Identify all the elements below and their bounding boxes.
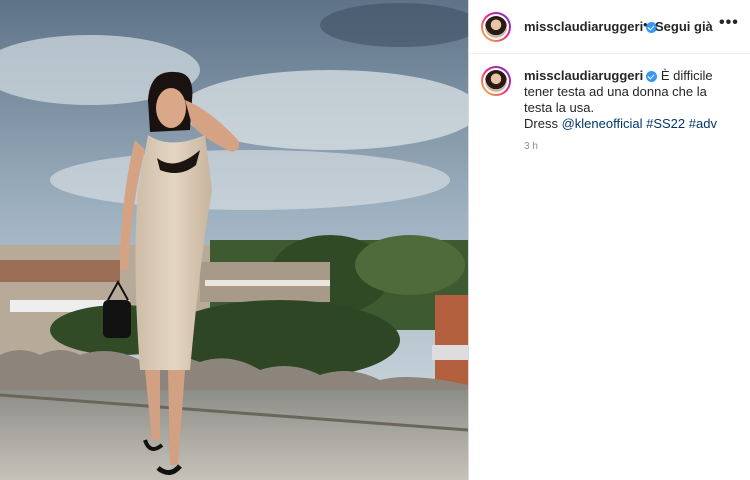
post-photo[interactable] <box>0 0 469 480</box>
caption-dress-label: Dress <box>524 116 558 131</box>
more-options-icon[interactable]: ••• <box>719 14 739 32</box>
author-avatar[interactable] <box>481 12 511 42</box>
author-username[interactable]: missclaudiaruggeri <box>524 19 658 34</box>
header-separator: • <box>643 17 648 32</box>
following-button[interactable]: Segui già <box>655 19 713 34</box>
mention-link[interactable]: @kleneofficial <box>562 116 643 131</box>
hashtag-link[interactable]: #SS22 <box>646 116 685 131</box>
author-username-text[interactable]: missclaudiaruggeri <box>524 19 643 34</box>
caption-avatar[interactable] <box>481 66 511 96</box>
verified-badge-icon <box>646 71 658 83</box>
post-image <box>0 0 468 480</box>
post-header: missclaudiaruggeri • Segui già ••• <box>469 0 750 54</box>
post-sidebar: missclaudiaruggeri • Segui già ••• missc… <box>469 0 750 480</box>
post-timestamp[interactable]: 3 h <box>524 141 538 152</box>
caption-username[interactable]: missclaudiaruggeri <box>524 68 643 83</box>
post-caption: missclaudiaruggeri È difficile tener tes… <box>524 68 724 132</box>
hashtag-link[interactable]: #adv <box>689 116 717 131</box>
